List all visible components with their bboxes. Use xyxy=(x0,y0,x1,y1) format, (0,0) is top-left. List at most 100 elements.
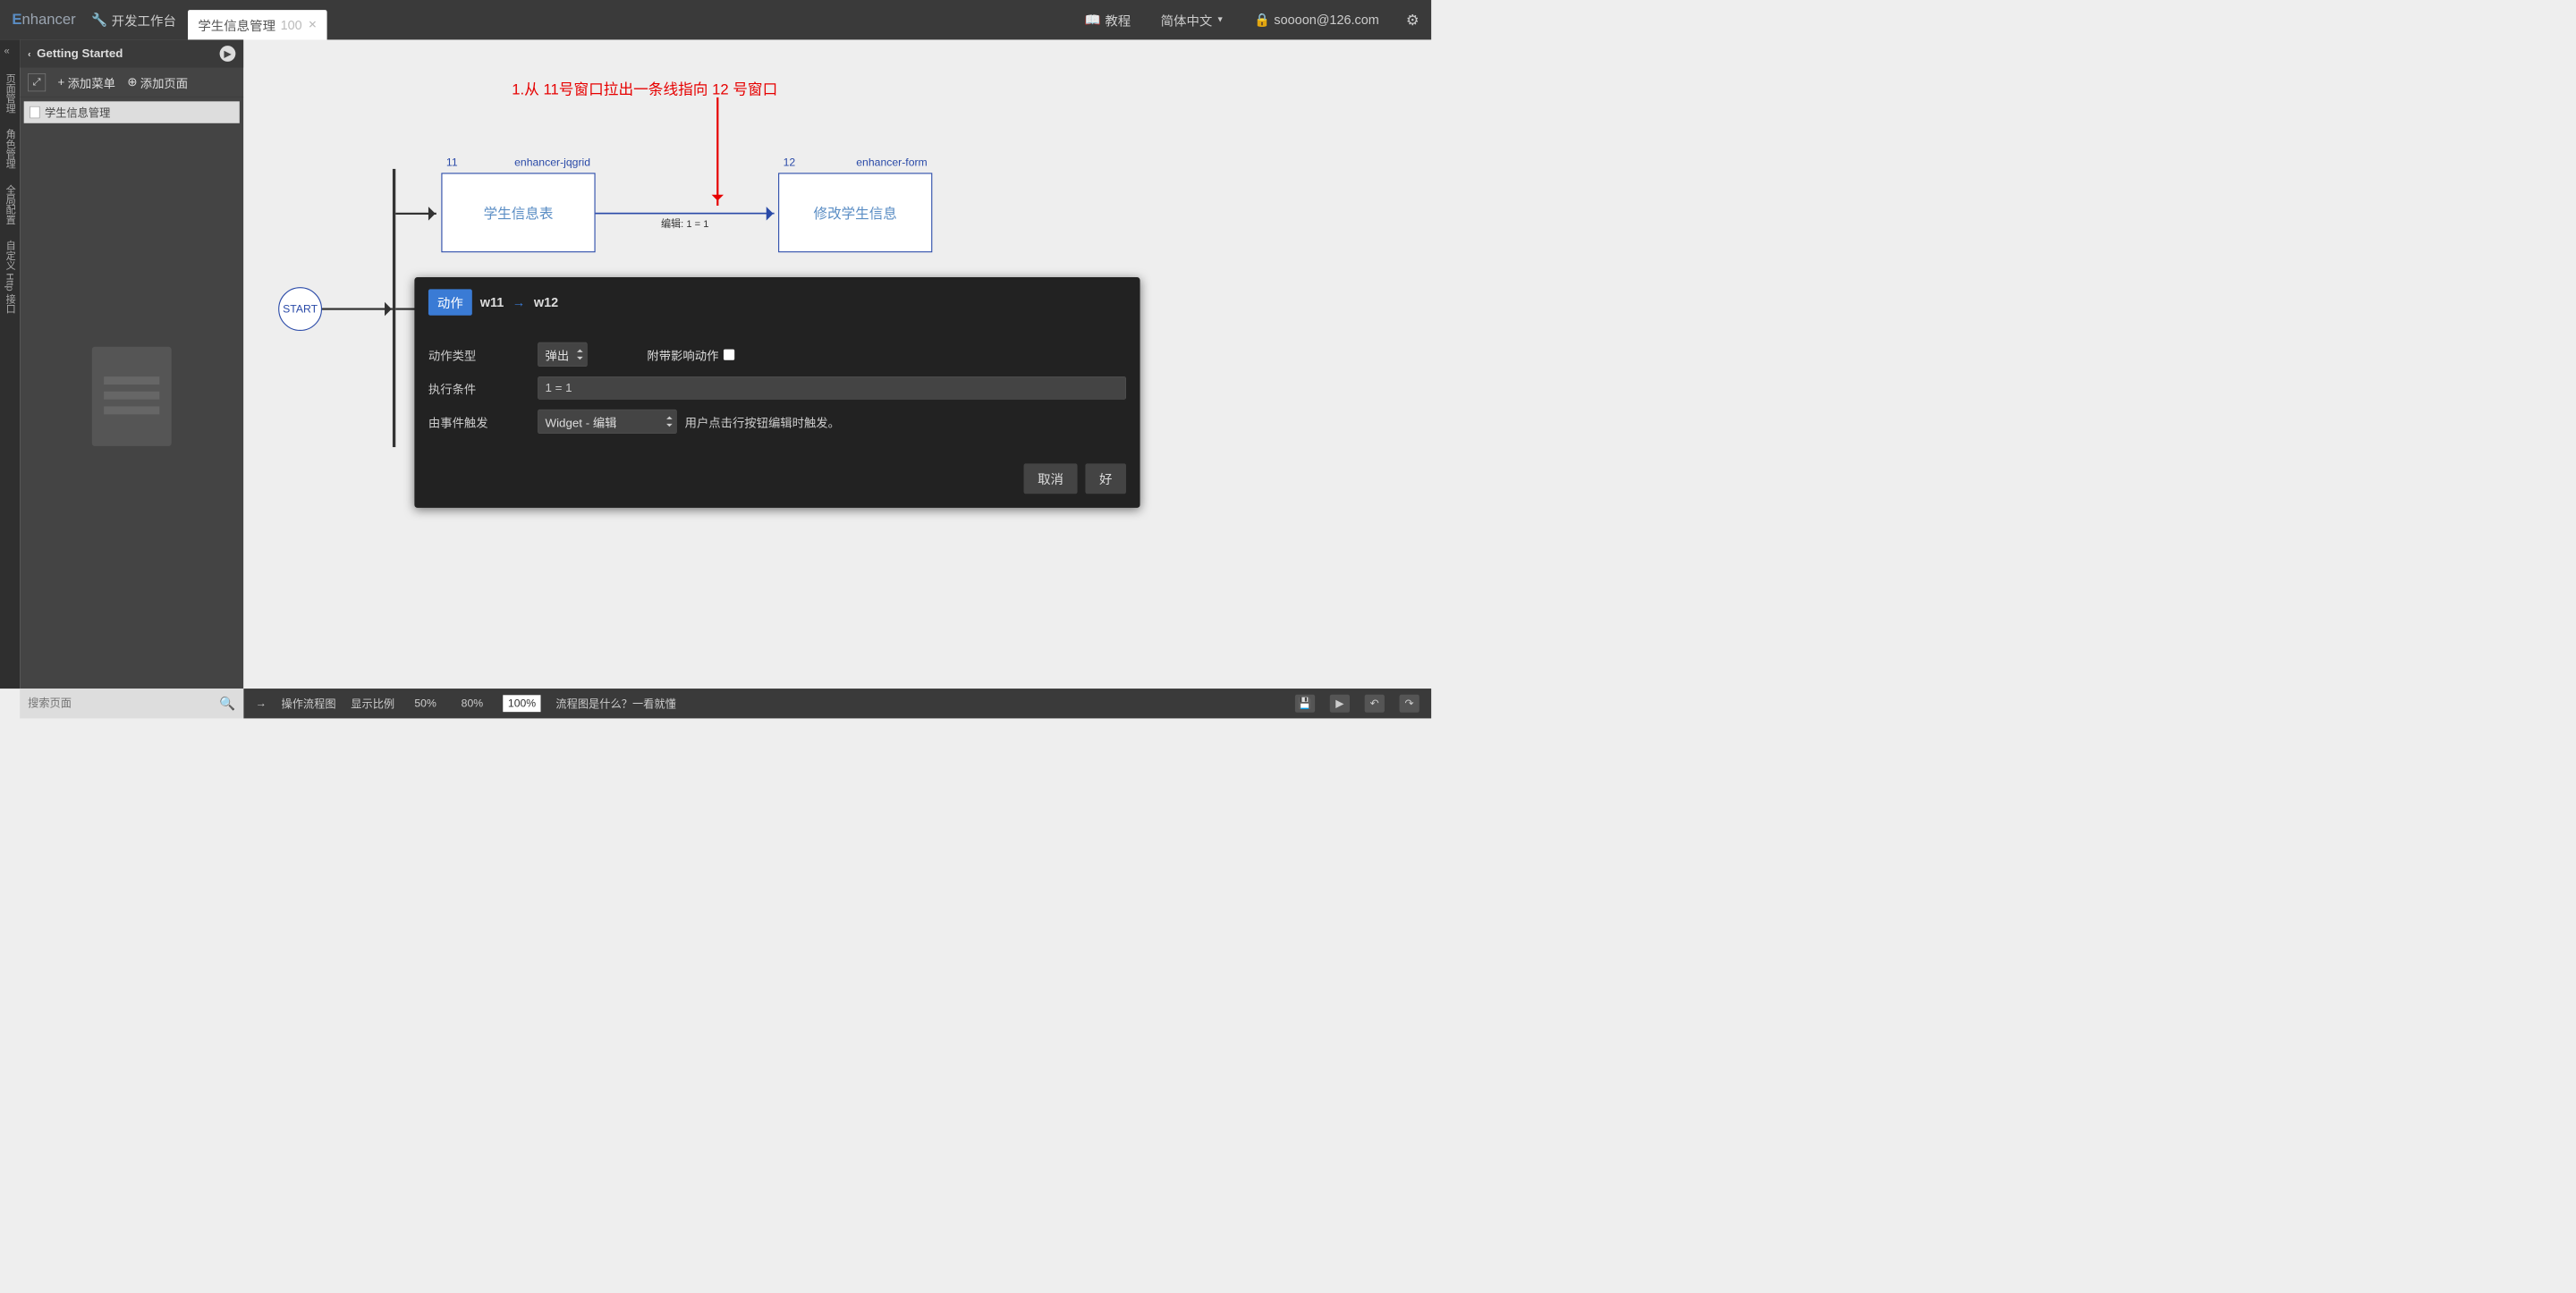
flow-edge-start xyxy=(322,308,393,309)
rail-role-mgmt[interactable]: 角色管理 xyxy=(3,122,17,177)
empty-document-illustration xyxy=(92,347,172,446)
node-type: enhancer-jqgrid xyxy=(514,156,590,168)
user-menu[interactable]: 🔒 soooon@126.com xyxy=(1239,13,1394,28)
side-effect-checkbox[interactable] xyxy=(724,349,734,359)
tab-id: 100 xyxy=(281,17,302,32)
side-effect-label: 附带影响动作 xyxy=(647,346,718,363)
node-id: 11 xyxy=(446,156,458,168)
brand-rest: nhancer xyxy=(21,12,75,28)
plus-circle-icon: ⊕ xyxy=(127,75,137,89)
annotation-arrow-1 xyxy=(716,97,718,206)
tab-title: 学生信息管理 xyxy=(198,16,275,35)
chevron-down-icon: ▼ xyxy=(1216,15,1224,24)
play-icon: ▶ xyxy=(1335,697,1343,710)
ok-button[interactable]: 好 xyxy=(1085,463,1126,494)
dev-console-label: 开发工作台 xyxy=(112,11,176,30)
chevron-left-icon[interactable]: ‹ xyxy=(28,48,30,59)
top-bar: Enhancer 🔧 开发工作台 学生信息管理 100 ✕ 📖 教程 简体中文 … xyxy=(0,0,1431,39)
dialog-from: w11 xyxy=(480,294,504,309)
annotation-step1: 1.从 11号窗口拉出一条线指向 12 号窗口 xyxy=(512,77,777,98)
add-page-label: 添加页面 xyxy=(140,73,188,90)
redo-icon: ↷ xyxy=(1405,697,1414,710)
add-menu-label: 添加菜单 xyxy=(68,73,115,90)
search-icon[interactable]: 🔍 xyxy=(219,696,235,711)
arrow-right-icon xyxy=(428,207,443,221)
dialog-to: w12 xyxy=(534,294,558,309)
collapse-rail-icon[interactable]: « xyxy=(4,46,9,57)
dialog-badge: 动作 xyxy=(428,289,472,315)
sidebar-title: Getting Started xyxy=(37,46,123,61)
arrow-right-icon: → xyxy=(256,697,267,710)
dialog-footer: 取消 好 xyxy=(414,453,1140,508)
save-button[interactable]: 💾 xyxy=(1295,695,1315,713)
zoom-100[interactable]: 100% xyxy=(503,695,540,712)
what-is-flow-link[interactable]: 流程图是什么？一看就懂 xyxy=(555,696,675,712)
settings-button[interactable]: ⚙ xyxy=(1394,12,1432,29)
tab-active[interactable]: 学生信息管理 100 ✕ xyxy=(188,10,326,39)
rail-page-mgmt[interactable]: 页面管理 xyxy=(3,65,17,121)
dialog-body: 动作类型 弹出 附带影响动作 执行条件 1 = 1 由事件触发 Widget -… xyxy=(414,327,1140,453)
sidebar-header: ‹ Getting Started ▶ xyxy=(20,39,243,67)
undo-button[interactable]: ↶ xyxy=(1365,695,1385,713)
arrow-right-icon: → xyxy=(513,294,525,309)
book-icon: 📖 xyxy=(1085,13,1101,28)
dev-console-link[interactable]: 🔧 开发工作台 xyxy=(80,11,188,30)
brand-logo: Enhancer xyxy=(0,12,80,29)
file-icon xyxy=(30,106,39,118)
user-email: soooon@126.com xyxy=(1274,13,1378,28)
plus-icon: + xyxy=(57,75,64,89)
start-node[interactable]: START xyxy=(278,287,322,331)
dialog-title: w11 → w12 xyxy=(480,294,558,309)
brand-e: E xyxy=(12,12,21,28)
sidebar-toolbar: ⤢ + 添加菜单 ⊕ 添加页面 xyxy=(20,68,243,97)
gear-icon: ⚙ xyxy=(1406,12,1419,28)
zoom-label: 显示比例 xyxy=(351,696,394,712)
condition-label: 执行条件 xyxy=(428,379,538,396)
node-type: enhancer-form xyxy=(856,156,927,168)
add-page-button[interactable]: ⊕ 添加页面 xyxy=(127,73,188,90)
expand-toggle[interactable]: ⤢ xyxy=(28,73,46,91)
row-condition: 执行条件 1 = 1 xyxy=(428,376,1126,400)
undo-icon: ↶ xyxy=(1370,697,1379,710)
action-type-label: 动作类型 xyxy=(428,346,538,363)
play-button[interactable]: ▶ xyxy=(220,46,236,62)
redo-button[interactable]: ↷ xyxy=(1400,695,1419,713)
flow-canvas[interactable]: 1.从 11号窗口拉出一条线指向 12 号窗口 START 11 enhance… xyxy=(243,39,1431,689)
flow-diagram-link[interactable]: 操作流程图 xyxy=(281,696,335,712)
wrench-icon: 🔧 xyxy=(91,13,107,28)
flow-node-12[interactable]: 12 enhancer-form 修改学生信息 xyxy=(778,173,932,252)
edge-label: 编辑: 1 = 1 xyxy=(661,216,708,230)
tree-item-label: 学生信息管理 xyxy=(45,105,110,121)
action-type-select[interactable]: 弹出 xyxy=(538,342,588,367)
event-hint: 用户点击行按钮编辑时触发。 xyxy=(685,413,840,430)
sidebar-search: 🔍 xyxy=(20,689,243,718)
dialog-header: 动作 w11 → w12 xyxy=(414,277,1140,327)
lock-icon: 🔒 xyxy=(1254,13,1270,28)
language-label: 简体中文 xyxy=(1161,11,1213,30)
left-rail: « 页面管理 角色管理 全局配置 自定义 Http 接口 xyxy=(0,39,20,689)
node-label: 修改学生信息 xyxy=(814,203,897,223)
save-icon: 💾 xyxy=(1298,697,1311,710)
cancel-button[interactable]: 取消 xyxy=(1024,463,1078,494)
rail-http-api[interactable]: 自定义 Http 接口 xyxy=(3,232,17,322)
language-dropdown[interactable]: 简体中文 ▼ xyxy=(1146,11,1239,30)
status-bar: → 操作流程图 显示比例 50% 80% 100% 流程图是什么？一看就懂 💾 … xyxy=(243,689,1431,718)
tutorial-label: 教程 xyxy=(1105,11,1131,30)
start-label: START xyxy=(283,302,318,315)
condition-input[interactable]: 1 = 1 xyxy=(538,376,1126,400)
event-select[interactable]: Widget - 编辑 xyxy=(538,410,677,434)
rail-global-cfg[interactable]: 全局配置 xyxy=(3,177,17,232)
add-menu-button[interactable]: + 添加菜单 xyxy=(57,73,114,90)
zoom-80[interactable]: 80% xyxy=(456,695,488,712)
search-input[interactable] xyxy=(28,697,219,710)
flow-edge-11-12[interactable] xyxy=(596,213,775,215)
flow-node-11[interactable]: 11 enhancer-jqgrid 学生信息表 xyxy=(441,173,595,252)
close-icon[interactable]: ✕ xyxy=(308,19,317,31)
event-label: 由事件触发 xyxy=(428,413,538,430)
action-dialog: 动作 w11 → w12 动作类型 弹出 附带影响动作 执行条件 1 = 1 由… xyxy=(414,277,1140,508)
node-id: 12 xyxy=(784,156,796,168)
zoom-50[interactable]: 50% xyxy=(410,695,442,712)
tutorial-link[interactable]: 📖 教程 xyxy=(1070,11,1146,30)
run-button[interactable]: ▶ xyxy=(1330,695,1350,713)
tree-item-student-mgmt[interactable]: 学生信息管理 xyxy=(24,101,240,123)
